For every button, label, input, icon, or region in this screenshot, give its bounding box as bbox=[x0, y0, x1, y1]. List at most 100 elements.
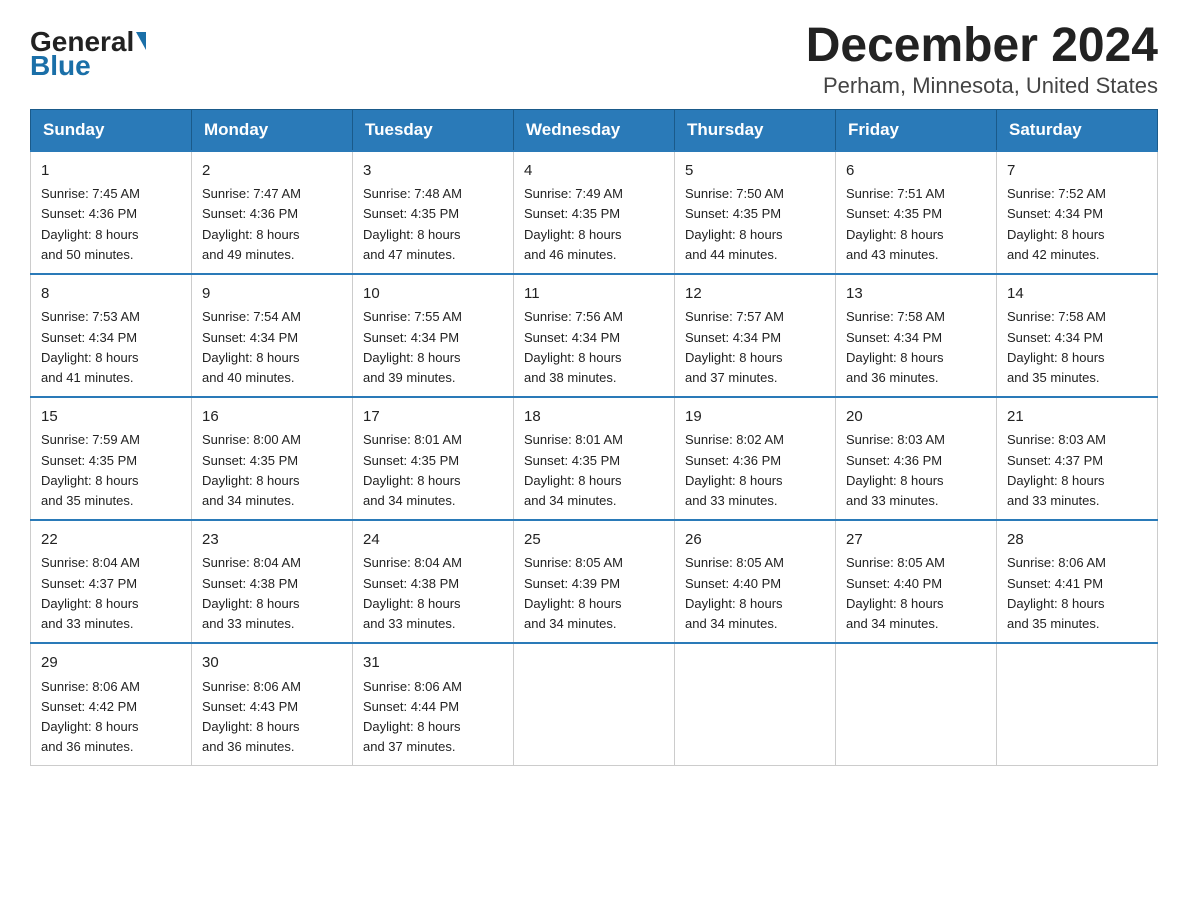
day-info: Sunrise: 8:06 AM Sunset: 4:42 PM Dayligh… bbox=[41, 677, 181, 758]
day-info: Sunrise: 8:05 AM Sunset: 4:39 PM Dayligh… bbox=[524, 553, 664, 634]
table-row: 20 Sunrise: 8:03 AM Sunset: 4:36 PM Dayl… bbox=[836, 397, 997, 520]
table-row: 15 Sunrise: 7:59 AM Sunset: 4:35 PM Dayl… bbox=[31, 397, 192, 520]
day-info: Sunrise: 8:05 AM Sunset: 4:40 PM Dayligh… bbox=[846, 553, 986, 634]
day-info: Sunrise: 7:49 AM Sunset: 4:35 PM Dayligh… bbox=[524, 184, 664, 265]
calendar-table: Sunday Monday Tuesday Wednesday Thursday… bbox=[30, 109, 1158, 766]
table-row: 9 Sunrise: 7:54 AM Sunset: 4:34 PM Dayli… bbox=[192, 274, 353, 397]
table-row bbox=[997, 643, 1158, 766]
day-number: 12 bbox=[685, 283, 825, 306]
day-info: Sunrise: 8:00 AM Sunset: 4:35 PM Dayligh… bbox=[202, 430, 342, 511]
table-row: 13 Sunrise: 7:58 AM Sunset: 4:34 PM Dayl… bbox=[836, 274, 997, 397]
day-info: Sunrise: 8:02 AM Sunset: 4:36 PM Dayligh… bbox=[685, 430, 825, 511]
day-info: Sunrise: 8:04 AM Sunset: 4:38 PM Dayligh… bbox=[363, 553, 503, 634]
title-block: December 2024 Perham, Minnesota, United … bbox=[806, 20, 1158, 99]
day-number: 1 bbox=[41, 160, 181, 183]
day-number: 18 bbox=[524, 406, 664, 429]
day-number: 23 bbox=[202, 529, 342, 552]
day-number: 6 bbox=[846, 160, 986, 183]
table-row: 3 Sunrise: 7:48 AM Sunset: 4:35 PM Dayli… bbox=[353, 151, 514, 274]
col-wednesday: Wednesday bbox=[514, 109, 675, 151]
calendar-week-row: 22 Sunrise: 8:04 AM Sunset: 4:37 PM Dayl… bbox=[31, 520, 1158, 643]
col-tuesday: Tuesday bbox=[353, 109, 514, 151]
table-row: 22 Sunrise: 8:04 AM Sunset: 4:37 PM Dayl… bbox=[31, 520, 192, 643]
day-number: 9 bbox=[202, 283, 342, 306]
table-row: 21 Sunrise: 8:03 AM Sunset: 4:37 PM Dayl… bbox=[997, 397, 1158, 520]
page-header: General Blue December 2024 Perham, Minne… bbox=[30, 20, 1158, 99]
col-sunday: Sunday bbox=[31, 109, 192, 151]
day-number: 5 bbox=[685, 160, 825, 183]
table-row: 7 Sunrise: 7:52 AM Sunset: 4:34 PM Dayli… bbox=[997, 151, 1158, 274]
day-info: Sunrise: 7:55 AM Sunset: 4:34 PM Dayligh… bbox=[363, 307, 503, 388]
day-info: Sunrise: 7:51 AM Sunset: 4:35 PM Dayligh… bbox=[846, 184, 986, 265]
day-info: Sunrise: 7:58 AM Sunset: 4:34 PM Dayligh… bbox=[846, 307, 986, 388]
col-friday: Friday bbox=[836, 109, 997, 151]
logo-arrow-icon bbox=[136, 32, 146, 50]
table-row: 14 Sunrise: 7:58 AM Sunset: 4:34 PM Dayl… bbox=[997, 274, 1158, 397]
table-row: 16 Sunrise: 8:00 AM Sunset: 4:35 PM Dayl… bbox=[192, 397, 353, 520]
day-number: 11 bbox=[524, 283, 664, 306]
day-number: 26 bbox=[685, 529, 825, 552]
day-info: Sunrise: 7:56 AM Sunset: 4:34 PM Dayligh… bbox=[524, 307, 664, 388]
day-number: 17 bbox=[363, 406, 503, 429]
calendar-week-row: 8 Sunrise: 7:53 AM Sunset: 4:34 PM Dayli… bbox=[31, 274, 1158, 397]
day-info: Sunrise: 7:58 AM Sunset: 4:34 PM Dayligh… bbox=[1007, 307, 1147, 388]
day-info: Sunrise: 7:59 AM Sunset: 4:35 PM Dayligh… bbox=[41, 430, 181, 511]
table-row: 18 Sunrise: 8:01 AM Sunset: 4:35 PM Dayl… bbox=[514, 397, 675, 520]
table-row: 25 Sunrise: 8:05 AM Sunset: 4:39 PM Dayl… bbox=[514, 520, 675, 643]
calendar-week-row: 15 Sunrise: 7:59 AM Sunset: 4:35 PM Dayl… bbox=[31, 397, 1158, 520]
day-number: 13 bbox=[846, 283, 986, 306]
day-number: 2 bbox=[202, 160, 342, 183]
day-number: 7 bbox=[1007, 160, 1147, 183]
table-row bbox=[675, 643, 836, 766]
day-info: Sunrise: 7:50 AM Sunset: 4:35 PM Dayligh… bbox=[685, 184, 825, 265]
day-info: Sunrise: 8:04 AM Sunset: 4:37 PM Dayligh… bbox=[41, 553, 181, 634]
table-row: 11 Sunrise: 7:56 AM Sunset: 4:34 PM Dayl… bbox=[514, 274, 675, 397]
table-row bbox=[836, 643, 997, 766]
day-number: 31 bbox=[363, 652, 503, 675]
table-row: 24 Sunrise: 8:04 AM Sunset: 4:38 PM Dayl… bbox=[353, 520, 514, 643]
day-info: Sunrise: 8:03 AM Sunset: 4:36 PM Dayligh… bbox=[846, 430, 986, 511]
table-row: 6 Sunrise: 7:51 AM Sunset: 4:35 PM Dayli… bbox=[836, 151, 997, 274]
day-info: Sunrise: 7:45 AM Sunset: 4:36 PM Dayligh… bbox=[41, 184, 181, 265]
table-row: 29 Sunrise: 8:06 AM Sunset: 4:42 PM Dayl… bbox=[31, 643, 192, 766]
col-saturday: Saturday bbox=[997, 109, 1158, 151]
logo: General Blue bbox=[30, 28, 146, 80]
calendar-week-row: 29 Sunrise: 8:06 AM Sunset: 4:42 PM Dayl… bbox=[31, 643, 1158, 766]
logo-blue-text: Blue bbox=[30, 52, 91, 80]
table-row: 2 Sunrise: 7:47 AM Sunset: 4:36 PM Dayli… bbox=[192, 151, 353, 274]
day-info: Sunrise: 8:05 AM Sunset: 4:40 PM Dayligh… bbox=[685, 553, 825, 634]
table-row: 12 Sunrise: 7:57 AM Sunset: 4:34 PM Dayl… bbox=[675, 274, 836, 397]
day-number: 16 bbox=[202, 406, 342, 429]
table-row: 19 Sunrise: 8:02 AM Sunset: 4:36 PM Dayl… bbox=[675, 397, 836, 520]
day-number: 22 bbox=[41, 529, 181, 552]
day-number: 8 bbox=[41, 283, 181, 306]
table-row: 30 Sunrise: 8:06 AM Sunset: 4:43 PM Dayl… bbox=[192, 643, 353, 766]
day-number: 25 bbox=[524, 529, 664, 552]
day-info: Sunrise: 8:06 AM Sunset: 4:41 PM Dayligh… bbox=[1007, 553, 1147, 634]
day-info: Sunrise: 7:57 AM Sunset: 4:34 PM Dayligh… bbox=[685, 307, 825, 388]
day-info: Sunrise: 7:54 AM Sunset: 4:34 PM Dayligh… bbox=[202, 307, 342, 388]
day-number: 15 bbox=[41, 406, 181, 429]
day-number: 20 bbox=[846, 406, 986, 429]
day-number: 21 bbox=[1007, 406, 1147, 429]
table-row: 23 Sunrise: 8:04 AM Sunset: 4:38 PM Dayl… bbox=[192, 520, 353, 643]
table-row: 27 Sunrise: 8:05 AM Sunset: 4:40 PM Dayl… bbox=[836, 520, 997, 643]
table-row: 17 Sunrise: 8:01 AM Sunset: 4:35 PM Dayl… bbox=[353, 397, 514, 520]
day-number: 14 bbox=[1007, 283, 1147, 306]
table-row: 4 Sunrise: 7:49 AM Sunset: 4:35 PM Dayli… bbox=[514, 151, 675, 274]
day-number: 24 bbox=[363, 529, 503, 552]
table-row: 5 Sunrise: 7:50 AM Sunset: 4:35 PM Dayli… bbox=[675, 151, 836, 274]
day-info: Sunrise: 8:03 AM Sunset: 4:37 PM Dayligh… bbox=[1007, 430, 1147, 511]
table-row: 28 Sunrise: 8:06 AM Sunset: 4:41 PM Dayl… bbox=[997, 520, 1158, 643]
calendar-title: December 2024 bbox=[806, 20, 1158, 73]
day-number: 10 bbox=[363, 283, 503, 306]
day-info: Sunrise: 7:53 AM Sunset: 4:34 PM Dayligh… bbox=[41, 307, 181, 388]
day-number: 3 bbox=[363, 160, 503, 183]
day-info: Sunrise: 8:06 AM Sunset: 4:44 PM Dayligh… bbox=[363, 677, 503, 758]
table-row: 31 Sunrise: 8:06 AM Sunset: 4:44 PM Dayl… bbox=[353, 643, 514, 766]
day-info: Sunrise: 8:06 AM Sunset: 4:43 PM Dayligh… bbox=[202, 677, 342, 758]
day-number: 4 bbox=[524, 160, 664, 183]
day-info: Sunrise: 8:04 AM Sunset: 4:38 PM Dayligh… bbox=[202, 553, 342, 634]
day-info: Sunrise: 7:48 AM Sunset: 4:35 PM Dayligh… bbox=[363, 184, 503, 265]
day-number: 28 bbox=[1007, 529, 1147, 552]
